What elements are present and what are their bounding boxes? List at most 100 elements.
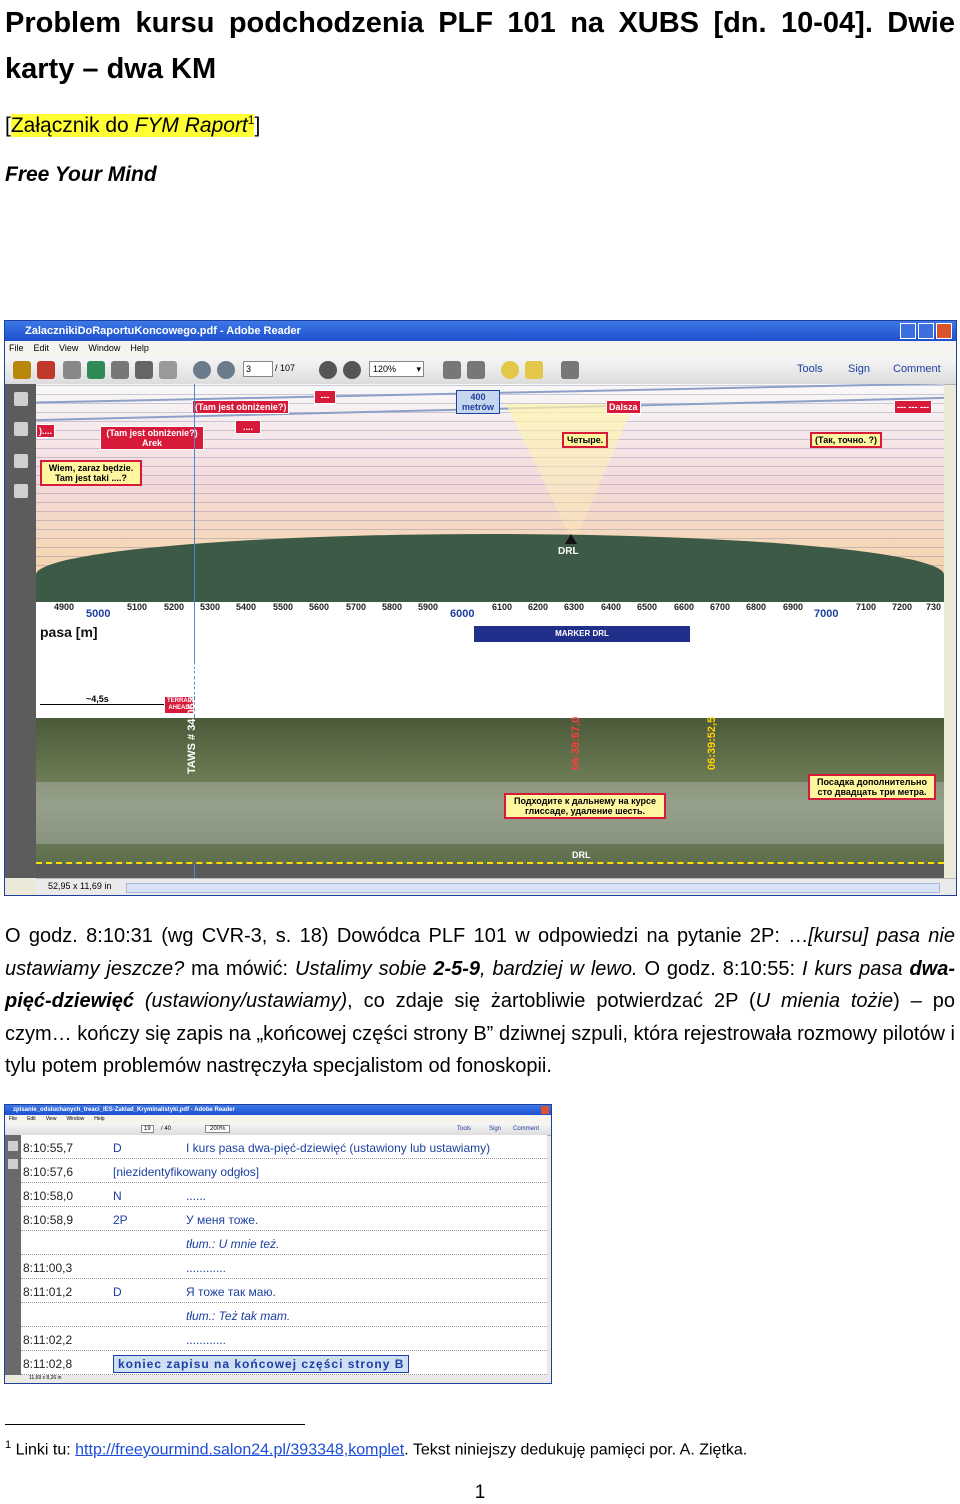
tools-panel[interactable]: Tools — [797, 363, 823, 375]
time-arrow — [40, 704, 164, 705]
marker-drl-bar: MARKER DRL — [474, 626, 690, 642]
edit-icon[interactable] — [63, 361, 81, 379]
page-number-input[interactable]: 19 — [141, 1125, 154, 1133]
row-spk: N — [113, 1189, 122, 1203]
scale-tick: 5700 — [346, 602, 367, 612]
annotation-label: Dalsza — [606, 400, 641, 414]
scale-tick: 6300 — [564, 602, 585, 612]
footnote: 1 Linki tu: http://freeyourmind.salon24.… — [5, 1439, 748, 1459]
horizontal-scrollbar[interactable] — [126, 883, 940, 893]
attachments-icon[interactable] — [14, 454, 28, 468]
create-pdf-icon[interactable] — [37, 361, 55, 379]
menu-bar: File Edit View Window Help — [5, 341, 956, 356]
scale-tick: 5100 — [127, 602, 148, 612]
page-size-text: 11,69 x 8,26 in — [29, 1375, 62, 1381]
scale-tick: 5200 — [164, 602, 185, 612]
terrain-base — [36, 574, 944, 602]
sign-panel[interactable]: Sign — [848, 363, 870, 375]
table-row: tłum.: Też tak mam. — [21, 1305, 547, 1327]
zoom-select[interactable]: 200% — [205, 1125, 231, 1133]
dashed-line — [36, 862, 944, 864]
bookmarks-icon[interactable] — [8, 1159, 18, 1169]
row-txt: tłum.: U mnie też. — [186, 1237, 280, 1251]
document-title: Problem kursu podchodzenia PLF 101 na XU… — [5, 7, 955, 85]
row-time: 8:10:58,9 — [23, 1213, 74, 1227]
zoom-out-icon[interactable] — [319, 361, 337, 379]
menu-view[interactable]: View — [59, 343, 78, 353]
time-arrow-label: ~4,5s — [84, 694, 111, 704]
page-up-icon[interactable] — [193, 361, 211, 379]
row-time: 8:11:02,2 — [23, 1333, 73, 1347]
open-icon[interactable] — [13, 361, 31, 379]
menu-view[interactable]: View — [46, 1116, 57, 1122]
close-icon[interactable] — [936, 323, 952, 339]
annotation-label: Wiem, zaraz będzie. Tam jest taki ....? — [40, 460, 142, 486]
window-title: zpisanie_odsluchanych_treaci_IES-Zaklad_… — [13, 1107, 235, 1113]
menu-edit[interactable]: Edit — [27, 1116, 36, 1122]
menu-window[interactable]: Window — [66, 1116, 84, 1122]
menu-help[interactable]: Help — [94, 1116, 104, 1122]
pages-icon[interactable] — [8, 1141, 18, 1151]
row-spk: D — [113, 1285, 122, 1299]
footnote-rule — [5, 1424, 305, 1425]
fit-page-icon[interactable] — [443, 361, 461, 379]
scale-tick: 7000 — [814, 608, 839, 620]
chevron-down-icon: ▾ — [416, 364, 421, 374]
save-icon[interactable] — [111, 361, 129, 379]
pages-icon[interactable] — [14, 392, 28, 406]
menu-file[interactable]: File — [9, 343, 24, 353]
row-spk: D — [113, 1141, 122, 1155]
zoom-in-icon[interactable] — [343, 361, 361, 379]
print-icon[interactable] — [135, 361, 153, 379]
footnote-link[interactable]: http://freeyourmind.salon24.pl/393348,ko… — [75, 1441, 404, 1458]
fit-width-icon[interactable] — [467, 361, 485, 379]
page-number: 1 — [474, 1482, 486, 1503]
row-txt: tłum.: Też tak mam. — [186, 1309, 291, 1323]
time-label-2: 06:39:52,5 — [706, 716, 718, 770]
annotation-label: 400 metrów — [456, 390, 500, 414]
tools-panel[interactable]: Tools — [457, 1126, 471, 1132]
row-txt: ............ — [186, 1261, 227, 1275]
menu-edit[interactable]: Edit — [34, 343, 50, 353]
layers-icon[interactable] — [14, 484, 28, 498]
row-divider — [21, 1350, 547, 1352]
annotation-label: ).... — [36, 424, 55, 438]
scale-tick: 6100 — [492, 602, 513, 612]
scale-tick: 6900 — [783, 602, 804, 612]
row-time: 8:11:00,3 — [23, 1261, 73, 1275]
email-icon[interactable] — [159, 361, 177, 379]
menu-help[interactable]: Help — [130, 343, 149, 353]
highlight-icon[interactable] — [525, 361, 543, 379]
table-row: 8:11:01,2 D Я тоже так маю. — [21, 1281, 547, 1303]
table-row: 8:10:55,7 D I kurs pasa dwa-pięć-dziewięć … — [21, 1137, 547, 1159]
annotation-label: --- — [314, 390, 336, 404]
comment-panel[interactable]: Comment — [513, 1126, 539, 1132]
page-number-input[interactable] — [243, 361, 273, 377]
navigation-sidebar — [5, 1135, 21, 1375]
middle-band: pasa [m] MARKER DRL ~4,5s TERRAIN AHEAD — [36, 384, 944, 878]
menu-window[interactable]: Window — [88, 343, 120, 353]
zoom-select[interactable]: 120% ▾ — [369, 361, 424, 377]
body-paragraph: O godz. 8:10:31 (wg CVR-3, s. 18) Dowódc… — [5, 925, 956, 1077]
window-titlebar: zpisanie_odsluchanych_treaci_IES-Zaklad_… — [5, 1105, 551, 1115]
annotation-label: --- --- --- — [894, 400, 932, 414]
sign-panel[interactable]: Sign — [489, 1126, 501, 1132]
page-down-icon[interactable] — [217, 361, 235, 379]
row-spk: 2P — [113, 1213, 128, 1227]
close-icon[interactable] — [541, 1106, 549, 1114]
scale-tick: 5800 — [382, 602, 403, 612]
scale-tick: 5900 — [418, 602, 439, 612]
fullscreen-icon[interactable] — [561, 361, 579, 379]
minimize-icon[interactable] — [900, 323, 916, 339]
comment-panel[interactable]: Comment — [893, 363, 941, 375]
scale-tick: 4900 — [54, 602, 75, 612]
maximize-icon[interactable] — [918, 323, 934, 339]
bookmarks-icon[interactable] — [14, 422, 28, 436]
menu-file[interactable]: File — [9, 1116, 17, 1122]
share-icon[interactable] — [87, 361, 105, 379]
table-row: 8:10:58,9 2P У меня тоже. — [21, 1209, 547, 1231]
row-divider — [21, 1326, 547, 1328]
comment-icon[interactable] — [501, 361, 519, 379]
status-bar: 11,69 x 8,26 in — [21, 1375, 551, 1382]
menu-bar: File Edit View Window Help — [5, 1115, 551, 1123]
